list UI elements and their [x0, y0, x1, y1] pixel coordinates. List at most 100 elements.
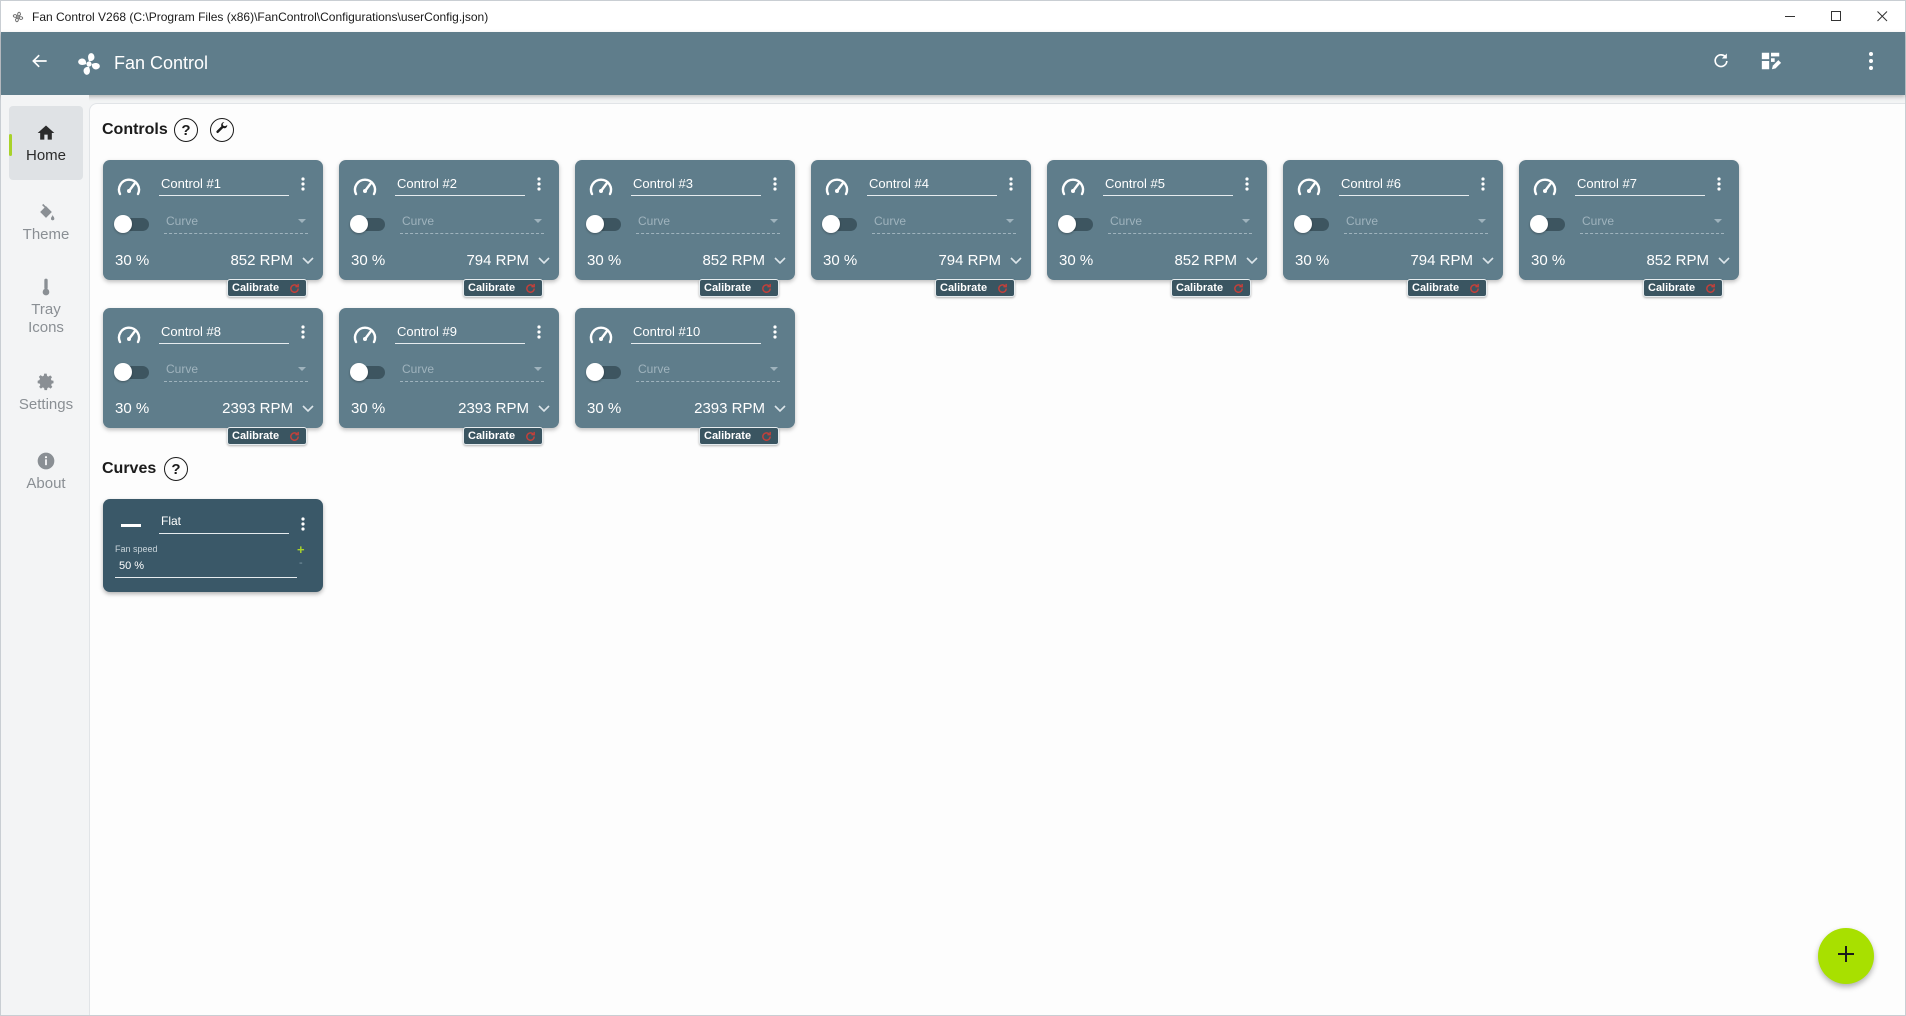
close-button[interactable]	[1859, 1, 1905, 32]
calibrate-button[interactable]: Calibrate	[1171, 279, 1251, 297]
expand-button[interactable]	[537, 254, 551, 268]
controls-help-button[interactable]: ?	[174, 118, 198, 142]
curve-select[interactable]: Curve	[164, 362, 308, 382]
control-enable-toggle[interactable]	[586, 363, 621, 381]
calibrate-button[interactable]: Calibrate	[1407, 279, 1487, 297]
increment-button[interactable]: +	[297, 542, 305, 557]
curve-select[interactable]: Curve	[1344, 214, 1488, 234]
calibrate-button[interactable]: Calibrate	[227, 427, 307, 445]
back-button[interactable]	[28, 52, 52, 76]
control-enable-toggle[interactable]	[114, 215, 149, 233]
curve-select[interactable]: Curve	[636, 362, 780, 382]
sidebar-item-settings[interactable]: Settings	[9, 355, 83, 429]
maximize-button[interactable]	[1813, 1, 1859, 32]
speedometer-icon	[115, 174, 143, 202]
curve-more-button[interactable]	[297, 516, 309, 536]
control-more-button[interactable]	[1241, 176, 1253, 196]
control-card[interactable]: Control #10 Curve 30 % 2393 RPM	[575, 308, 795, 428]
control-enable-toggle[interactable]	[586, 215, 621, 233]
control-more-button[interactable]	[769, 176, 781, 196]
calibrate-button[interactable]: Calibrate	[463, 279, 543, 297]
curve-select[interactable]: Curve	[1108, 214, 1252, 234]
control-more-button[interactable]	[297, 176, 309, 196]
decrement-button[interactable]: -	[299, 557, 303, 569]
curve-name-field[interactable]: Flat	[159, 514, 289, 534]
calibrate-button[interactable]: Calibrate	[1643, 279, 1723, 297]
layout-edit-button[interactable]	[1759, 52, 1783, 76]
curves-help-button[interactable]: ?	[164, 457, 188, 481]
curve-select[interactable]: Curve	[636, 214, 780, 234]
control-card[interactable]: Control #3 Curve 30 % 852 RPM	[575, 160, 795, 280]
control-more-button[interactable]	[533, 324, 545, 344]
control-more-button[interactable]	[1005, 176, 1017, 196]
sidebar-item-tray-icons[interactable]: Tray Icons	[9, 264, 83, 349]
control-more-button[interactable]	[769, 324, 781, 344]
curve-select-placeholder: Curve	[638, 362, 671, 376]
add-button[interactable]	[1818, 928, 1874, 984]
control-card[interactable]: Control #5 Curve 30 % 852 RPM	[1047, 160, 1267, 280]
expand-button[interactable]	[773, 402, 787, 416]
control-enable-toggle[interactable]	[1294, 215, 1329, 233]
refresh-button[interactable]	[1709, 52, 1733, 76]
sidebar-item-label: About	[26, 474, 66, 492]
expand-button[interactable]	[1245, 254, 1259, 268]
caret-down-icon	[298, 219, 306, 223]
control-card[interactable]: Control #6 Curve 30 % 794 RPM	[1283, 160, 1503, 280]
control-name-field[interactable]: Control #2	[395, 176, 525, 196]
sidebar-item-about[interactable]: About	[9, 434, 83, 508]
expand-button[interactable]	[1009, 254, 1023, 268]
calibrate-button[interactable]: Calibrate	[935, 279, 1015, 297]
control-name-field[interactable]: Control #10	[631, 324, 761, 344]
sidebar-item-home[interactable]: Home	[9, 106, 83, 180]
control-card[interactable]: Control #1 Curve 30 % 852 RPM	[103, 160, 323, 280]
control-card[interactable]: Control #7 Curve 30 % 852 RPM	[1519, 160, 1739, 280]
control-more-button[interactable]	[533, 176, 545, 196]
control-card[interactable]: Control #9 Curve 30 % 2393 RPM	[339, 308, 559, 428]
control-card[interactable]: Control #8 Curve 30 % 2393 RPM	[103, 308, 323, 428]
curve-select[interactable]: Curve	[1580, 214, 1724, 234]
expand-button[interactable]	[1717, 254, 1731, 268]
control-enable-toggle[interactable]	[822, 215, 857, 233]
curve-select[interactable]: Curve	[400, 362, 544, 382]
curve-select[interactable]: Curve	[872, 214, 1016, 234]
control-enable-toggle[interactable]	[350, 215, 385, 233]
control-name-field[interactable]: Control #3	[631, 176, 761, 196]
sidebar-item-theme[interactable]: Theme	[9, 185, 83, 259]
calibrate-button[interactable]: Calibrate	[699, 279, 779, 297]
control-name-field[interactable]: Control #1	[159, 176, 289, 196]
calibrate-button[interactable]: Calibrate	[463, 427, 543, 445]
control-more-button[interactable]	[297, 324, 309, 344]
control-enable-toggle[interactable]	[350, 363, 385, 381]
fan-speed-input[interactable]: 50 %	[115, 560, 297, 578]
more-options-button[interactable]	[1859, 52, 1883, 76]
control-name-field[interactable]: Control #4	[867, 176, 997, 196]
controls-tools-button[interactable]	[210, 118, 234, 142]
control-card[interactable]: Control #4 Curve 30 % 794 RPM	[811, 160, 1031, 280]
calibrate-button[interactable]: Calibrate	[699, 427, 779, 445]
chevron-down-icon	[302, 400, 314, 418]
control-name-field[interactable]: Control #9	[395, 324, 525, 344]
control-name-field[interactable]: Control #8	[159, 324, 289, 344]
expand-button[interactable]	[1481, 254, 1495, 268]
expand-button[interactable]	[537, 402, 551, 416]
curve-select[interactable]: Curve	[400, 214, 544, 234]
calibrate-label: Calibrate	[704, 282, 752, 294]
control-enable-toggle[interactable]	[1058, 215, 1093, 233]
curve-card-flat[interactable]: Flat Fan speed 50 % + -	[103, 499, 323, 592]
control-rpm: 852 RPM	[1646, 252, 1709, 269]
control-more-button[interactable]	[1477, 176, 1489, 196]
control-more-button[interactable]	[1713, 176, 1725, 196]
control-enable-toggle[interactable]	[114, 363, 149, 381]
curve-select[interactable]: Curve	[164, 214, 308, 234]
more-vertical-icon	[537, 324, 541, 344]
control-enable-toggle[interactable]	[1530, 215, 1565, 233]
expand-button[interactable]	[301, 254, 315, 268]
expand-button[interactable]	[773, 254, 787, 268]
minimize-button[interactable]	[1767, 1, 1813, 32]
control-name-field[interactable]: Control #7	[1575, 176, 1705, 196]
control-name-field[interactable]: Control #6	[1339, 176, 1469, 196]
expand-button[interactable]	[301, 402, 315, 416]
calibrate-button[interactable]: Calibrate	[227, 279, 307, 297]
control-card[interactable]: Control #2 Curve 30 % 794 RPM	[339, 160, 559, 280]
control-name-field[interactable]: Control #5	[1103, 176, 1233, 196]
